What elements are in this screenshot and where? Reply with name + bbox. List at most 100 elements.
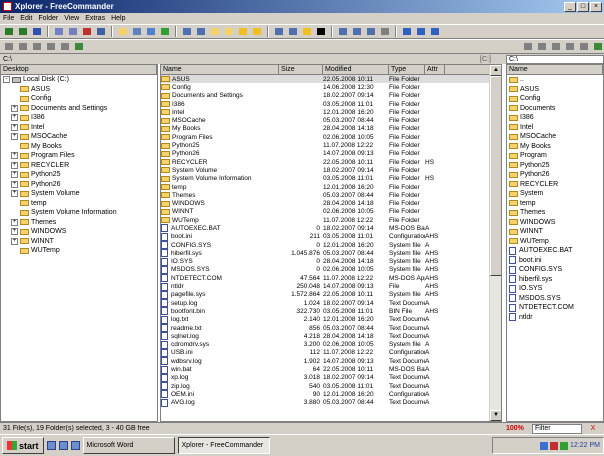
tree-item[interactable]: + MSOCache [1,132,157,142]
expand-toggle-icon[interactable]: + [11,190,18,198]
right-path[interactable]: C:\ [506,54,604,64]
table-row[interactable]: I386 03.05.2008 11:01 File Folder [161,100,501,108]
drive-d-right-icon[interactable] [550,41,562,52]
vertical-scrollbar[interactable]: ▲ ▼ [489,65,501,421]
table-row[interactable]: RECYCLER 22.05.2008 10:11 File Folder HS [161,158,501,166]
right-list-item[interactable]: temp [507,199,603,209]
right-list-item[interactable]: Python25 [507,161,603,171]
close-button[interactable]: × [590,1,602,12]
left-path[interactable]: C:\ [0,56,480,63]
filter-input[interactable]: Filter [532,423,582,434]
drive-c-right-icon[interactable] [536,41,548,52]
right-list-item[interactable]: WINDOWS [507,218,603,228]
column-attr[interactable]: Attr [425,65,445,75]
expand-toggle-icon[interactable]: + [11,237,18,245]
table-row[interactable]: AUTOEXEC.BAT 018.02.2007 09:14 MS-DOS Batc… [161,224,501,233]
right-list-item[interactable]: MSOCache [507,132,603,142]
table-row[interactable]: setup.log 1.024 18.02.2007 09:14 Text Docum… [161,299,501,308]
tree-item[interactable]: + Python26 [1,180,157,190]
right-list-item[interactable]: ntldr [507,313,603,323]
forward-icon[interactable] [17,26,29,37]
table-row[interactable]: ntldr 250.048 14.07.2008 09:13 File AHS [161,282,501,291]
menu-extras[interactable]: Extras [85,15,105,22]
taskbar-item-freecommander[interactable]: Xplorer - FreeCommander [177,437,270,454]
tree-item[interactable]: + Documents and Settings [1,104,157,114]
split-icon[interactable] [337,26,349,37]
right-file-list[interactable]: Name .. ASUS Config Documents I386 Intel MSOCa… [506,64,604,422]
expand-toggle-icon[interactable]: + [11,123,18,131]
table-row[interactable]: log.txt 2.14012.01.2008 16:20 Text Documen… [161,315,501,324]
swap-icon[interactable] [351,26,363,37]
layout-icon[interactable] [401,26,413,37]
network-drive-right-icon[interactable] [592,41,604,52]
table-row[interactable]: Intel 12.01.2008 16:20 File Folder [161,108,501,116]
table-row[interactable]: xp.log 3.01818.02.2007 09:14 Text Document… [161,373,501,382]
table-row[interactable]: MSDOS.SYS 0 02.06.2008 10:05 System file AHS [161,265,501,274]
copy-icon[interactable] [53,26,65,37]
right-list-item[interactable]: I386 [507,113,603,123]
right-list-item[interactable]: .. [507,75,603,85]
minimize-button[interactable]: _ [564,1,576,12]
right-list-item[interactable]: My Books [507,142,603,152]
drive-f-icon[interactable] [59,41,71,52]
tree-item[interactable]: + RECYCLER [1,161,157,171]
scroll-down-icon[interactable]: ▼ [490,410,501,421]
table-row[interactable]: hiberfil.sys 1.045.876 05.03.2007 08:44 Sys… [161,249,501,258]
table-row[interactable]: win.bat 6422.05.2008 10:11 MS-DOS BatchA [161,365,501,374]
tree-item[interactable]: WUTemp [1,246,157,256]
tree-item[interactable]: ASUS [1,85,157,95]
right-list-item[interactable]: hiberfil.sys [507,275,603,285]
table-row[interactable]: Themes 05.03.2007 08:44 File Folder [161,191,501,199]
right-list-item[interactable]: IO.SYS [507,284,603,294]
expand-toggle-icon[interactable]: + [11,161,18,169]
back-icon[interactable] [3,26,15,37]
menu-folder[interactable]: Folder [38,15,58,22]
table-row[interactable]: MSOCache 05.03.2007 08:44 File Folder [161,116,501,124]
start-button[interactable]: start [2,437,44,454]
tree-item[interactable]: + Intel [1,123,157,133]
column-modified[interactable]: Modified [323,65,389,75]
table-row[interactable]: Documents and Settings 18.02.2007 09:14 Fi… [161,92,501,100]
help-icon[interactable] [429,26,441,37]
properties-icon[interactable] [131,26,143,37]
drive-a-icon[interactable] [3,41,15,52]
view-icon[interactable] [181,26,193,37]
expand-toggle-icon[interactable]: + [11,104,18,112]
expand-toggle-icon[interactable]: + [11,218,18,226]
table-row[interactable]: Config 14.06.2008 12:30 File Folder [161,83,501,91]
right-list-item[interactable]: ASUS [507,85,603,95]
right-list-item[interactable]: System [507,189,603,199]
network-icon[interactable] [365,26,377,37]
right-list-item[interactable]: Documents [507,104,603,114]
right-list-item[interactable]: Python26 [507,170,603,180]
table-row[interactable]: AVG.log 3.88005.03.2007 08:44 Text Documen… [161,398,501,407]
right-list-item[interactable]: Themes [507,208,603,218]
table-row[interactable]: System Volume Information 03.05.2008 11:0… [161,175,501,183]
table-row[interactable]: ASUS 22.05.2008 10:11 File Folder [161,75,501,84]
table-row[interactable]: readme.txt 85605.03.2007 08:44 Text Docume… [161,324,501,333]
expand-toggle-icon[interactable]: - [3,76,10,84]
table-row[interactable]: WINNT 02.06.2008 10:05 File Folder [161,208,501,216]
pack-icon[interactable] [209,26,221,37]
expand-toggle-icon[interactable]: + [11,152,18,160]
table-row[interactable]: My Books 28.04.2008 14:18 File Folder [161,125,501,133]
column-size[interactable]: Size [279,65,323,75]
tree-item[interactable]: + Python25 [1,170,157,180]
refresh-icon[interactable] [159,26,171,37]
compare-icon[interactable] [273,26,285,37]
column-type[interactable]: Type [389,65,425,75]
table-row[interactable]: wdbsrv.log 1.902 14.07.2008 09:13 Text Docu… [161,357,501,366]
table-row[interactable]: bootfont.bin 322.730 03.05.2008 11:01 BIN F… [161,307,501,316]
rename-icon[interactable] [95,26,107,37]
right-list-item[interactable]: Config [507,94,603,104]
tree-item[interactable]: My Books [1,142,157,152]
drive-a-right-icon[interactable] [522,41,534,52]
menu-view[interactable]: View [64,15,79,22]
edit-icon[interactable] [195,26,207,37]
expand-toggle-icon[interactable]: + [11,228,18,236]
dos-icon[interactable] [315,26,327,37]
browser-icon[interactable] [58,441,68,450]
delete-icon[interactable] [81,26,93,37]
table-row[interactable]: CONFIG.SYS 0 12.01.2008 16:20 System file A [161,241,501,250]
right-list-item[interactable]: WUTemp [507,237,603,247]
